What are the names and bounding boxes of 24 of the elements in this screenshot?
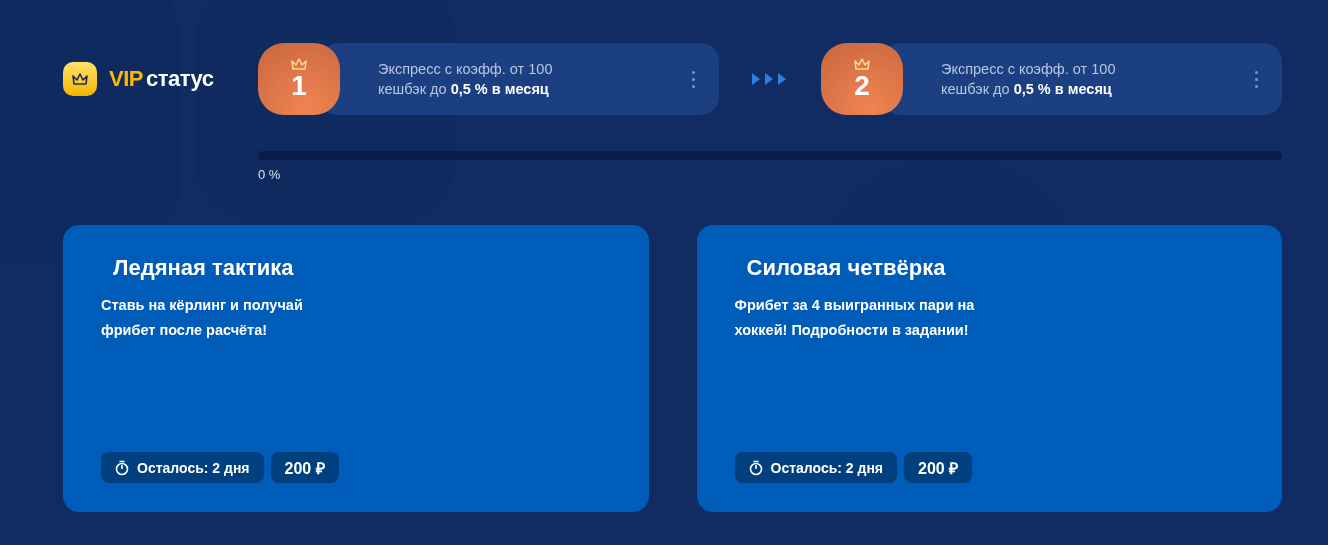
promo-card[interactable]: Силовая четвёрка Фрибет за 4 выигранных пари на хоккей! Подробности в задании! Осталось: 2 дня 200 ₽ [696,225,1282,512]
stopwatch-icon [115,459,129,476]
promo-title: Силовая четвёрка [746,255,947,281]
level-number: 1 [291,71,307,101]
level-condition: Экспресс с коэфф. от 100 [378,60,554,79]
level-cashback: кешбэк до 0,5 % в месяц [378,80,550,99]
crown-icon [290,57,308,71]
level-number: 2 [854,71,870,101]
vip-status-title: VIPстатус [109,66,214,92]
promo-card[interactable]: Ледяная тактика Ставь на кёрлинг и получай фрибет после расчёта! Осталось: 2 дня 200 ₽ [63,225,649,512]
freebet-amount: 200 ₽ [270,452,339,483]
time-left-text: Осталось: 2 дня [770,459,884,476]
progress-percent: 0 % [258,167,282,182]
crown-icon [853,57,871,71]
time-left-text: Осталось: 2 дня [137,459,250,476]
promo-description: Фрибет за 4 выигранных пари на хоккей! Подробности в задании! [734,296,976,340]
freebet-amount: 200 ₽ [904,452,973,483]
crown-icon [71,72,89,86]
promo-title: Ледяная тактика [113,255,295,281]
level-cashback: кешбэк до 0,5 % в месяц [941,80,1113,99]
stopwatch-icon [748,459,763,476]
promo-description: Ставь на кёрлинг и получай фрибет после расчёта! [101,296,304,340]
triple-arrow-icon [752,72,788,86]
level-condition: Экспресс с коэфф. от 100 [941,60,1117,79]
